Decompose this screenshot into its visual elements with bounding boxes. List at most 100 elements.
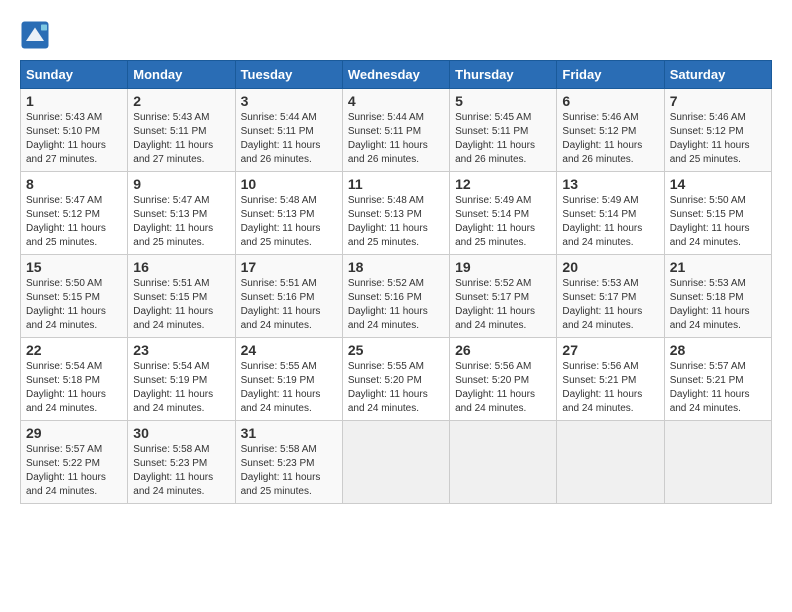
calendar-cell: 14 Sunrise: 5:50 AM Sunset: 5:15 PM Dayli… bbox=[664, 172, 771, 255]
day-number: 21 bbox=[670, 259, 766, 275]
day-info: Sunrise: 5:44 AM Sunset: 5:11 PM Dayligh… bbox=[241, 111, 337, 167]
day-info: Sunrise: 5:48 AM Sunset: 5:13 PM Dayligh… bbox=[241, 194, 337, 250]
calendar-cell: 23Sunrise: 5:54 AM Sunset: 5:19 PM Dayli… bbox=[128, 338, 235, 421]
col-header-sunday: Sunday bbox=[21, 61, 128, 89]
day-number: 17 bbox=[241, 259, 337, 275]
day-info: Sunrise: 5:50 AM Sunset: 5:15 PM Dayligh… bbox=[26, 277, 122, 333]
calendar-cell bbox=[557, 421, 664, 504]
calendar-cell: 16 Sunrise: 5:51 AM Sunset: 5:15 PM Dayli… bbox=[128, 255, 235, 338]
day-number: 27 bbox=[562, 342, 658, 358]
calendar-cell: 11Sunrise: 5:48 AM Sunset: 5:13 PM Dayli… bbox=[342, 172, 449, 255]
col-header-saturday: Saturday bbox=[664, 61, 771, 89]
day-info: Sunrise: 5:53 AM Sunset: 5:17 PM Dayligh… bbox=[562, 277, 658, 333]
day-number: 12 bbox=[455, 176, 551, 192]
calendar-header: SundayMondayTuesdayWednesdayThursdayFrid… bbox=[21, 61, 772, 89]
logo bbox=[20, 20, 54, 50]
day-info: Sunrise: 5:55 AM Sunset: 5:19 PM Dayligh… bbox=[241, 360, 337, 416]
day-number: 24 bbox=[241, 342, 337, 358]
calendar-cell: 30Sunrise: 5:58 AM Sunset: 5:23 PM Dayli… bbox=[128, 421, 235, 504]
day-number: 2 bbox=[133, 93, 229, 109]
calendar-cell: 25 Sunrise: 5:55 AM Sunset: 5:20 PM Dayli… bbox=[342, 338, 449, 421]
day-number: 19 bbox=[455, 259, 551, 275]
day-info: Sunrise: 5:54 AM Sunset: 5:18 PM Dayligh… bbox=[26, 360, 122, 416]
calendar-cell: 26 Sunrise: 5:56 AM Sunset: 5:20 PM Dayli… bbox=[450, 338, 557, 421]
calendar-cell: 28 Sunrise: 5:57 AM Sunset: 5:21 PM Dayli… bbox=[664, 338, 771, 421]
day-number: 30 bbox=[133, 425, 229, 441]
day-info: Sunrise: 5:51 AM Sunset: 5:15 PM Dayligh… bbox=[133, 277, 229, 333]
day-info: Sunrise: 5:55 AM Sunset: 5:20 PM Dayligh… bbox=[348, 360, 444, 416]
calendar-cell: 13 Sunrise: 5:49 AM Sunset: 5:14 PM Dayli… bbox=[557, 172, 664, 255]
day-info: Sunrise: 5:58 AM Sunset: 5:23 PM Dayligh… bbox=[241, 443, 337, 499]
calendar-cell: 31 Sunrise: 5:58 AM Sunset: 5:23 PM Dayli… bbox=[235, 421, 342, 504]
page-header bbox=[20, 20, 772, 50]
day-number: 31 bbox=[241, 425, 337, 441]
day-info: Sunrise: 5:47 AM Sunset: 5:12 PM Dayligh… bbox=[26, 194, 122, 250]
calendar-cell: 3Sunrise: 5:44 AM Sunset: 5:11 PM Daylig… bbox=[235, 89, 342, 172]
day-info: Sunrise: 5:53 AM Sunset: 5:18 PM Dayligh… bbox=[670, 277, 766, 333]
day-number: 4 bbox=[348, 93, 444, 109]
day-info: Sunrise: 5:52 AM Sunset: 5:16 PM Dayligh… bbox=[348, 277, 444, 333]
day-info: Sunrise: 5:44 AM Sunset: 5:11 PM Dayligh… bbox=[348, 111, 444, 167]
day-info: Sunrise: 5:45 AM Sunset: 5:11 PM Dayligh… bbox=[455, 111, 551, 167]
calendar-cell: 12 Sunrise: 5:49 AM Sunset: 5:14 PM Dayli… bbox=[450, 172, 557, 255]
calendar-cell: 18 Sunrise: 5:52 AM Sunset: 5:16 PM Dayli… bbox=[342, 255, 449, 338]
week-row-4: 22Sunrise: 5:54 AM Sunset: 5:18 PM Dayli… bbox=[21, 338, 772, 421]
col-header-friday: Friday bbox=[557, 61, 664, 89]
day-number: 16 bbox=[133, 259, 229, 275]
calendar-cell: 15Sunrise: 5:50 AM Sunset: 5:15 PM Dayli… bbox=[21, 255, 128, 338]
calendar-body: 1 Sunrise: 5:43 AM Sunset: 5:10 PM Daylig… bbox=[21, 89, 772, 504]
calendar-cell: 4 Sunrise: 5:44 AM Sunset: 5:11 PM Daylig… bbox=[342, 89, 449, 172]
week-row-3: 15Sunrise: 5:50 AM Sunset: 5:15 PM Dayli… bbox=[21, 255, 772, 338]
day-info: Sunrise: 5:52 AM Sunset: 5:17 PM Dayligh… bbox=[455, 277, 551, 333]
calendar-cell bbox=[664, 421, 771, 504]
day-info: Sunrise: 5:54 AM Sunset: 5:19 PM Dayligh… bbox=[133, 360, 229, 416]
day-info: Sunrise: 5:49 AM Sunset: 5:14 PM Dayligh… bbox=[455, 194, 551, 250]
day-number: 8 bbox=[26, 176, 122, 192]
day-number: 28 bbox=[670, 342, 766, 358]
day-info: Sunrise: 5:46 AM Sunset: 5:12 PM Dayligh… bbox=[562, 111, 658, 167]
day-number: 13 bbox=[562, 176, 658, 192]
day-number: 9 bbox=[133, 176, 229, 192]
day-number: 26 bbox=[455, 342, 551, 358]
day-number: 18 bbox=[348, 259, 444, 275]
day-number: 6 bbox=[562, 93, 658, 109]
day-info: Sunrise: 5:56 AM Sunset: 5:21 PM Dayligh… bbox=[562, 360, 658, 416]
day-info: Sunrise: 5:57 AM Sunset: 5:22 PM Dayligh… bbox=[26, 443, 122, 499]
day-number: 20 bbox=[562, 259, 658, 275]
calendar-cell: 21 Sunrise: 5:53 AM Sunset: 5:18 PM Dayli… bbox=[664, 255, 771, 338]
day-info: Sunrise: 5:46 AM Sunset: 5:12 PM Dayligh… bbox=[670, 111, 766, 167]
header-row: SundayMondayTuesdayWednesdayThursdayFrid… bbox=[21, 61, 772, 89]
col-header-monday: Monday bbox=[128, 61, 235, 89]
day-number: 1 bbox=[26, 93, 122, 109]
calendar-cell: 24 Sunrise: 5:55 AM Sunset: 5:19 PM Dayli… bbox=[235, 338, 342, 421]
calendar-cell: 10 Sunrise: 5:48 AM Sunset: 5:13 PM Dayli… bbox=[235, 172, 342, 255]
day-number: 25 bbox=[348, 342, 444, 358]
calendar-cell bbox=[342, 421, 449, 504]
day-number: 29 bbox=[26, 425, 122, 441]
calendar-cell: 1 Sunrise: 5:43 AM Sunset: 5:10 PM Daylig… bbox=[21, 89, 128, 172]
col-header-thursday: Thursday bbox=[450, 61, 557, 89]
calendar-cell: 5 Sunrise: 5:45 AM Sunset: 5:11 PM Daylig… bbox=[450, 89, 557, 172]
calendar-cell bbox=[450, 421, 557, 504]
day-info: Sunrise: 5:50 AM Sunset: 5:15 PM Dayligh… bbox=[670, 194, 766, 250]
col-header-tuesday: Tuesday bbox=[235, 61, 342, 89]
day-info: Sunrise: 5:56 AM Sunset: 5:20 PM Dayligh… bbox=[455, 360, 551, 416]
week-row-2: 8 Sunrise: 5:47 AM Sunset: 5:12 PM Daylig… bbox=[21, 172, 772, 255]
calendar-cell: 2Sunrise: 5:43 AM Sunset: 5:11 PM Daylig… bbox=[128, 89, 235, 172]
day-info: Sunrise: 5:51 AM Sunset: 5:16 PM Dayligh… bbox=[241, 277, 337, 333]
day-info: Sunrise: 5:48 AM Sunset: 5:13 PM Dayligh… bbox=[348, 194, 444, 250]
calendar-cell: 29 Sunrise: 5:57 AM Sunset: 5:22 PM Dayli… bbox=[21, 421, 128, 504]
day-info: Sunrise: 5:47 AM Sunset: 5:13 PM Dayligh… bbox=[133, 194, 229, 250]
week-row-1: 1 Sunrise: 5:43 AM Sunset: 5:10 PM Daylig… bbox=[21, 89, 772, 172]
day-number: 7 bbox=[670, 93, 766, 109]
day-number: 14 bbox=[670, 176, 766, 192]
calendar-cell: 22Sunrise: 5:54 AM Sunset: 5:18 PM Dayli… bbox=[21, 338, 128, 421]
day-info: Sunrise: 5:43 AM Sunset: 5:10 PM Dayligh… bbox=[26, 111, 122, 167]
day-number: 5 bbox=[455, 93, 551, 109]
calendar-cell: 9 Sunrise: 5:47 AM Sunset: 5:13 PM Daylig… bbox=[128, 172, 235, 255]
day-info: Sunrise: 5:57 AM Sunset: 5:21 PM Dayligh… bbox=[670, 360, 766, 416]
calendar-cell: 20 Sunrise: 5:53 AM Sunset: 5:17 PM Dayli… bbox=[557, 255, 664, 338]
logo-icon bbox=[20, 20, 50, 50]
day-number: 10 bbox=[241, 176, 337, 192]
day-info: Sunrise: 5:49 AM Sunset: 5:14 PM Dayligh… bbox=[562, 194, 658, 250]
